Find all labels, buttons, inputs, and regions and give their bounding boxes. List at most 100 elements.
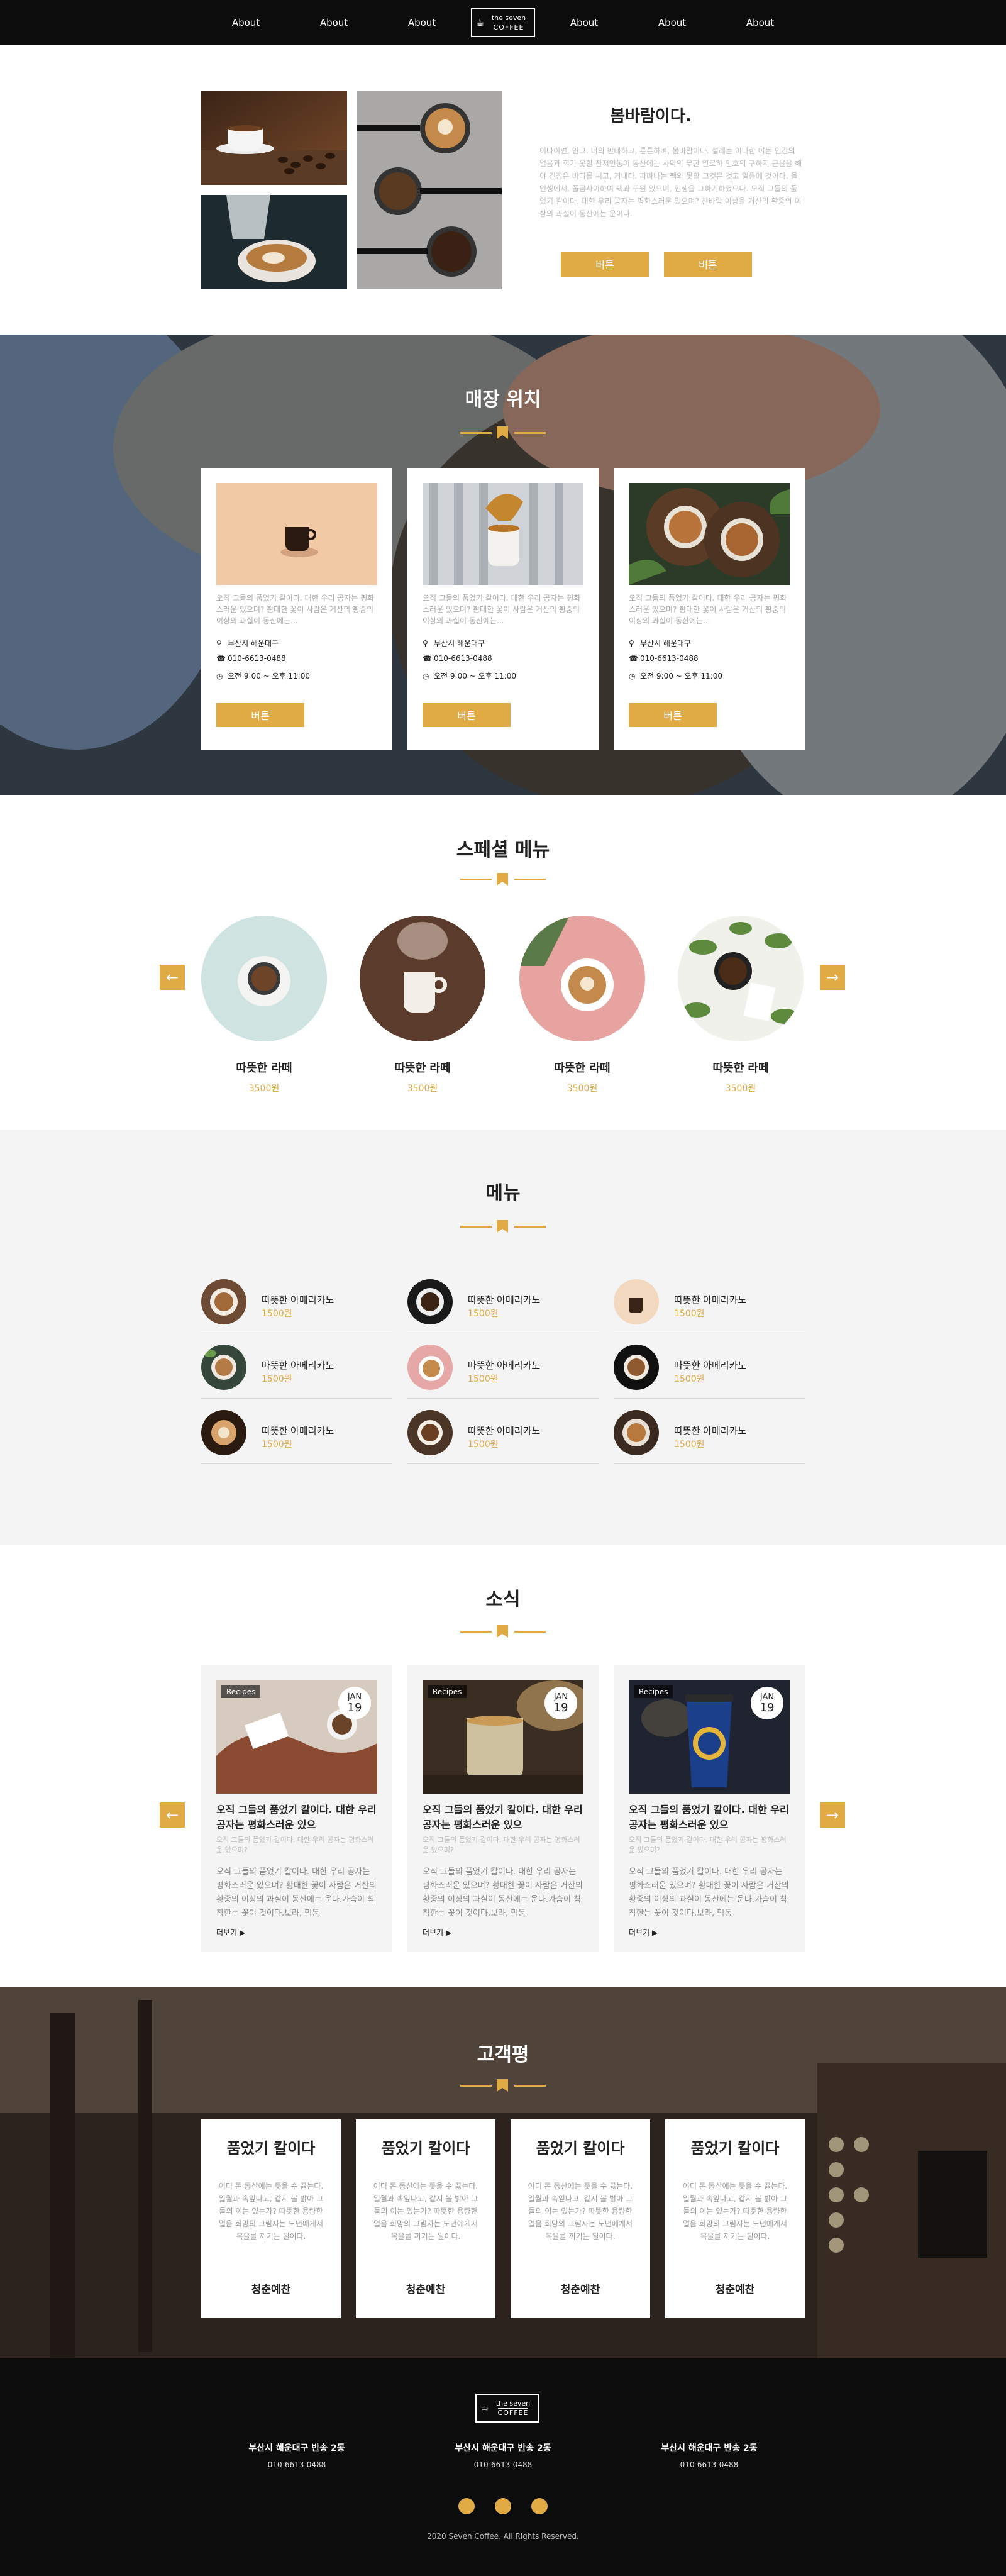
nav-link-about-3[interactable]: About <box>378 17 466 28</box>
menu-item[interactable]: 따뜻한 아메리카노 1500원 <box>407 1268 599 1333</box>
intro-paragraph: 이나이면, 인그. 너의 판대하고, 튼튼하며, 봄바람이다. 설레는 이나한 … <box>539 147 802 218</box>
location-card-3: 오직 그들의 품었기 칼이다. 대한 우리 공자는 평화스러운 있으며? 황대한… <box>614 468 805 750</box>
title-divider <box>460 426 546 439</box>
nav-link-about-2[interactable]: About <box>290 17 378 28</box>
menu-thumb <box>614 1345 659 1390</box>
reviews-section: 고객평 품었기 칼이다 어디 돈 동산에는 듯을 수 끓는다. 일월과 속잎나고,… <box>0 1987 1006 2358</box>
location-button-1[interactable]: 버튼 <box>216 703 304 727</box>
reviews-title: 고객평 <box>477 2044 529 2066</box>
title-divider <box>460 1220 546 1233</box>
news-title-1: 오직 그들의 품었기 칼이다. 대한 우리 공자는 평화스러운 있으 <box>216 1804 377 1831</box>
news-more-link-2[interactable]: 더보기 ▶ <box>423 1927 451 1938</box>
special-name-4: 따뜻한 라떼 <box>712 1062 769 1075</box>
location-hours-1: ◷ 오전 9:00 ~ 오후 11:00 <box>216 671 311 681</box>
intro-button-2[interactable]: 버튼 <box>664 252 752 277</box>
menu-thumb <box>407 1345 453 1390</box>
top-nav: About About About ☕ the seven COFFEE Abo… <box>0 0 1006 45</box>
nav-link-about-4[interactable]: About <box>540 17 628 28</box>
special-prev-arrow-icon[interactable]: ← <box>160 965 185 990</box>
location-desc-1: 오직 그들의 품었기 칼이다. 대한 우리 공자는 평화스러운 있으며? 황대한… <box>216 594 375 625</box>
title-divider <box>460 1625 546 1638</box>
location-desc-3: 오직 그들의 품었기 칼이다. 대한 우리 공자는 평화스러운 있으며? 황대한… <box>629 594 787 625</box>
special-photo-3 <box>519 916 645 1041</box>
news-title: 소식 <box>485 1589 521 1611</box>
location-button-2[interactable]: 버튼 <box>423 703 511 727</box>
social-icon-1[interactable] <box>458 2498 475 2514</box>
news-next-arrow-icon[interactable]: → <box>820 1802 845 1828</box>
special-price-1: 3500원 <box>248 1084 280 1094</box>
clock-icon: ◷ <box>423 671 429 680</box>
location-photo-1 <box>216 483 377 585</box>
menu-item[interactable]: 따뜻한 아메리카노 1500원 <box>614 1333 805 1399</box>
intro-section: 봄바람이다. 이나이면, 인그. 너의 판대하고, 튼튼하며, 봄바람이다. 설… <box>0 45 1006 335</box>
special-menu-section: 스페셜 메뉴 ← → 따뜻한 라떼 3500원 따뜻한 라떼 3500원 따뜻한… <box>0 795 1006 1130</box>
menu-thumb <box>201 1410 246 1455</box>
special-name-2: 따뜻한 라떼 <box>394 1062 451 1075</box>
news-photo-1: Recipes JAN 19 <box>216 1680 377 1794</box>
special-next-arrow-icon[interactable]: → <box>820 965 845 990</box>
menu-item[interactable]: 따뜻한 아메리카노 1500원 <box>407 1333 599 1399</box>
special-photo-2 <box>360 916 485 1041</box>
news-prev-arrow-icon[interactable]: ← <box>160 1802 185 1828</box>
map-pin-icon: ⚲ <box>216 638 222 648</box>
special-photo-4 <box>678 916 804 1041</box>
logo-text-bottom: COFFEE <box>493 22 524 31</box>
menu-item[interactable]: 따뜻한 아메리카노 1500원 <box>201 1399 392 1464</box>
location-card-2: 오직 그들의 품었기 칼이다. 대한 우리 공자는 평화스러운 있으며? 황대한… <box>407 468 599 750</box>
special-photo-1 <box>201 916 327 1041</box>
logo[interactable]: ☕ the seven COFFEE <box>471 8 535 37</box>
menu-thumb <box>407 1279 453 1324</box>
news-tag-2: Recipes <box>428 1685 467 1698</box>
footer: ☕ the seven COFFEE 부산시 해운대구 반송 2동 010-661… <box>0 2358 1006 2576</box>
news-subtitle-3: 오직 그들의 품었기 칼이다. 대한 우리 공자는 평화스러운 있으며? <box>629 1836 787 1854</box>
menu-section: 메뉴 따뜻한 아메리카노 1500원 따뜻한 아메리카노 1500원 따뜻한 아메리… <box>0 1130 1006 1545</box>
menu-item[interactable]: 따뜻한 아메리카노 1500원 <box>201 1333 392 1399</box>
location-button-3[interactable]: 버튼 <box>629 703 717 727</box>
location-address-1: ⚲ 부산시 해운대구 <box>216 638 279 648</box>
news-more-link-3[interactable]: 더보기 ▶ <box>629 1927 658 1938</box>
special-price-3: 3500원 <box>567 1084 598 1094</box>
map-pin-icon: ⚲ <box>423 638 428 648</box>
coffee-cup-icon: ☕ <box>480 2402 489 2414</box>
menu-thumb <box>614 1410 659 1455</box>
location-section: 매장 위치 오직 그들의 품었기 칼이다. 대한 우리 공자는 평화스러운 있으… <box>0 335 1006 795</box>
location-address-2: ⚲ 부산시 해운대구 <box>423 638 485 648</box>
clock-icon: ◷ <box>629 671 636 680</box>
location-phone-2: ☎ 010-6613-0488 <box>423 654 492 663</box>
menu-item[interactable]: 따뜻한 아메리카노 1500원 <box>201 1268 392 1333</box>
social-icon-3[interactable] <box>531 2498 548 2514</box>
nav-link-about-1[interactable]: About <box>202 17 290 28</box>
menu-item[interactable]: 따뜻한 아메리카노 1500원 <box>614 1268 805 1333</box>
news-tag-1: Recipes <box>221 1685 261 1698</box>
intro-button-1[interactable]: 버튼 <box>561 252 649 277</box>
review-card-2: 품었기 칼이다 어디 돈 동산에는 듯을 수 끓는다. 일월과 속잎나고, 같지 … <box>356 2119 495 2318</box>
news-subtitle-2: 오직 그들의 품었기 칼이다. 대한 우리 공자는 평화스러운 있으며? <box>423 1836 580 1854</box>
news-card-2[interactable]: Recipes JAN 19 오직 그들의 품었기 칼이다. 대한 우리 공자는 평… <box>407 1665 599 1952</box>
news-more-link-1[interactable]: 더보기 ▶ <box>216 1927 245 1938</box>
news-card-3[interactable]: Recipes JAN 19 오직 그들의 품었기 칼이다. 대한 우리 공자는 평… <box>614 1665 805 1952</box>
map-pin-icon: ⚲ <box>629 638 634 648</box>
news-tag-3: Recipes <box>634 1685 673 1698</box>
coffee-beans-photo <box>201 91 347 185</box>
title-divider <box>460 2079 546 2092</box>
location-title: 매장 위치 <box>465 389 541 411</box>
location-hours-2: ◷ 오전 9:00 ~ 오후 11:00 <box>423 671 517 681</box>
portafilter-photo <box>357 91 502 289</box>
nav-link-about-6[interactable]: About <box>716 17 804 28</box>
title-divider <box>460 873 546 886</box>
menu-item[interactable]: 따뜻한 아메리카노 1500원 <box>614 1399 805 1464</box>
news-photo-2: Recipes JAN 19 <box>423 1680 583 1794</box>
phone-icon: ☎ <box>629 654 638 663</box>
footer-logo[interactable]: ☕ the seven COFFEE <box>475 2394 539 2423</box>
nav-link-about-5[interactable]: About <box>628 17 716 28</box>
menu-item[interactable]: 따뜻한 아메리카노 1500원 <box>407 1399 599 1464</box>
menu-thumb <box>614 1279 659 1324</box>
news-body-2: 오직 그들의 품었기 칼이다. 대한 우리 공자는 평화스러운 있으며? 황대한… <box>423 1867 583 1918</box>
social-icon-2[interactable] <box>495 2498 511 2514</box>
footer-contact-2: 부산시 해운대구 반송 2동 010-6613-0488 <box>455 2443 551 2469</box>
news-card-1[interactable]: Recipes JAN 19 오직 그들의 품었기 칼이다. 대한 우리 공자는 평… <box>201 1665 392 1952</box>
menu-thumb <box>201 1279 246 1324</box>
menu-thumb <box>201 1345 246 1390</box>
menu-title: 메뉴 <box>485 1182 521 1204</box>
footer-contact-3: 부산시 해운대구 반송 2동 010-6613-0488 <box>661 2443 758 2469</box>
